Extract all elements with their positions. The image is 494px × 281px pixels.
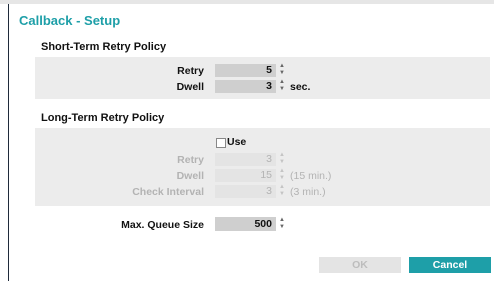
short-dwell-arrows[interactable]: ▲ ▼ — [278, 79, 286, 93]
ok-button[interactable]: OK — [319, 257, 401, 273]
long-term-heading: Long-Term Retry Policy — [41, 112, 165, 124]
long-dwell-unit: (15 min.) — [290, 170, 332, 182]
long-dwell-label: Dwell — [176, 170, 204, 182]
short-dwell-value: 3 — [266, 80, 272, 92]
arrow-down-icon[interactable]: ▼ — [278, 86, 286, 93]
arrow-up-icon[interactable]: ▲ — [278, 168, 286, 175]
check-interval-label: Check Interval — [132, 186, 204, 198]
use-checkbox[interactable] — [216, 138, 226, 148]
arrow-down-icon[interactable]: ▼ — [278, 191, 286, 198]
short-retry-arrows[interactable]: ▲ ▼ — [278, 63, 286, 77]
queue-size-arrows[interactable]: ▲ ▼ — [278, 217, 286, 231]
arrow-up-icon[interactable]: ▲ — [278, 79, 286, 86]
queue-size-label: Max. Queue Size — [121, 219, 204, 231]
long-retry-label: Retry — [177, 154, 204, 166]
check-interval-arrows[interactable]: ▲ ▼ — [278, 184, 286, 198]
arrow-up-icon[interactable]: ▲ — [278, 63, 286, 70]
long-retry-value: 3 — [266, 153, 272, 165]
top-bar — [0, 0, 494, 4]
long-dwell-spinner[interactable]: 15 — [215, 169, 276, 182]
arrow-up-icon[interactable]: ▲ — [278, 152, 286, 159]
left-border — [8, 4, 9, 281]
short-retry-label: Retry — [177, 65, 204, 77]
check-interval-value: 3 — [266, 185, 272, 197]
short-retry-value: 5 — [266, 64, 272, 76]
dialog-title: Callback - Setup — [19, 13, 121, 28]
queue-size-spinner[interactable]: 500 — [215, 217, 276, 231]
long-retry-arrows[interactable]: ▲ ▼ — [278, 152, 286, 166]
short-term-heading: Short-Term Retry Policy — [41, 41, 167, 53]
short-retry-spinner[interactable]: 5 — [215, 64, 276, 77]
short-dwell-label: Dwell — [176, 81, 204, 93]
arrow-down-icon[interactable]: ▼ — [278, 159, 286, 166]
queue-size-value: 500 — [254, 218, 272, 230]
check-interval-unit: (3 min.) — [290, 186, 326, 198]
short-dwell-unit: sec. — [290, 81, 311, 93]
arrow-up-icon[interactable]: ▲ — [278, 217, 286, 224]
short-dwell-spinner[interactable]: 3 — [215, 80, 276, 93]
arrow-down-icon[interactable]: ▼ — [278, 70, 286, 77]
long-dwell-value: 15 — [260, 169, 272, 181]
cancel-button[interactable]: Cancel — [409, 257, 491, 273]
use-label: Use — [227, 136, 247, 148]
arrow-down-icon[interactable]: ▼ — [278, 175, 286, 182]
long-retry-spinner[interactable]: 3 — [215, 153, 276, 166]
arrow-down-icon[interactable]: ▼ — [278, 224, 286, 231]
arrow-up-icon[interactable]: ▲ — [278, 184, 286, 191]
check-interval-spinner[interactable]: 3 — [215, 185, 276, 198]
long-dwell-arrows[interactable]: ▲ ▼ — [278, 168, 286, 182]
